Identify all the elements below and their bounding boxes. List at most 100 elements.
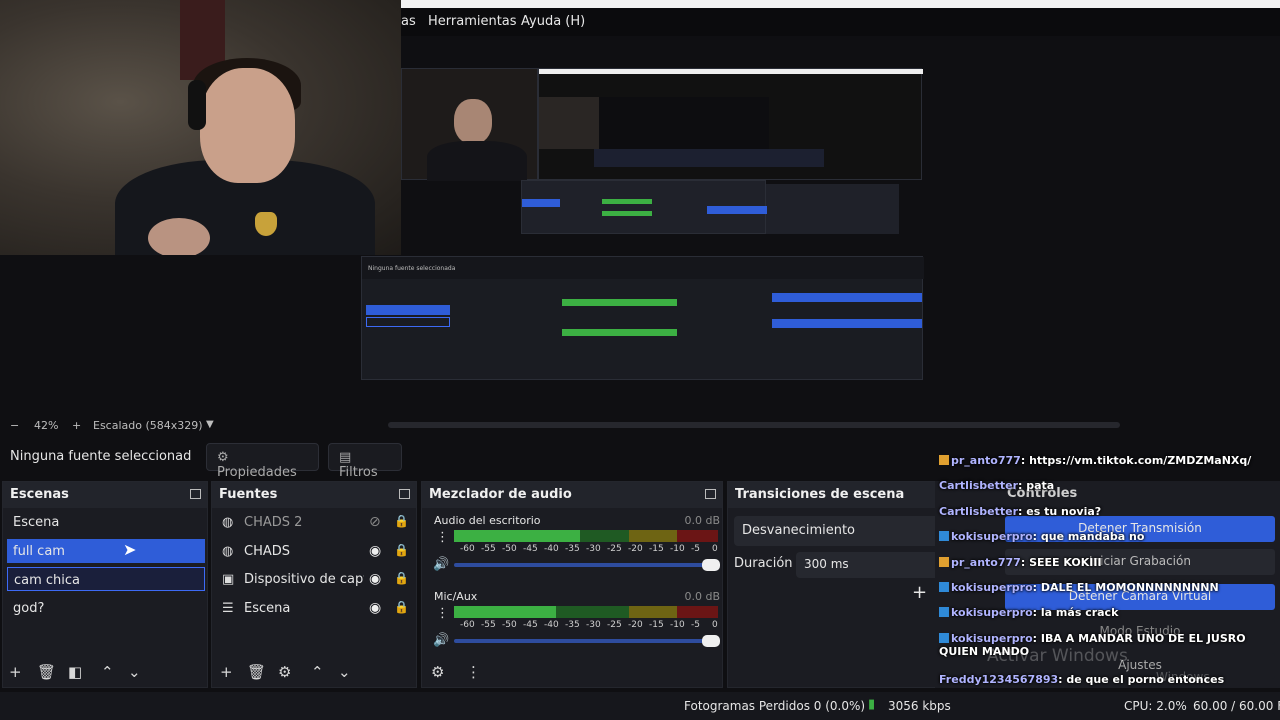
source-row[interactable]: ◍ CHADS ◉ 🔒 (216, 539, 414, 565)
fps: 60.00 / 60.00 FPS (1193, 699, 1280, 713)
tick-label: -20 (628, 620, 643, 630)
tick-label: -5 (691, 620, 700, 630)
scene-item-editing[interactable]: cam chica (7, 567, 205, 591)
add-transition-icon[interactable]: + (912, 582, 927, 603)
add-source-icon[interactable]: + (220, 663, 233, 681)
mixer-settings-icon[interactable]: ⚙ (431, 663, 444, 681)
scene-filter-icon[interactable]: ◧ (68, 663, 82, 681)
chat-message: pr_anto777: SEEE KOKIII (939, 556, 1277, 569)
context-bar: Ninguna fuente seleccionad ⚙ Propiedades… (0, 440, 930, 480)
status-bar: Fotogramas Perdidos 0 (0.0%) ▮ 3056 kbps… (0, 692, 1280, 720)
lock-icon[interactable]: 🔒 (394, 514, 409, 528)
menu-item-help[interactable]: Ayuda (H) (521, 14, 585, 29)
delete-scene-icon[interactable]: 🗑 (37, 663, 56, 681)
chat-user: kokisuperpro (951, 530, 1033, 543)
slider-handle[interactable] (702, 559, 720, 571)
mixer-menu-icon[interactable]: ⋮ (466, 663, 481, 681)
channel-menu-icon[interactable]: ⋮ (436, 530, 449, 545)
chat-text: DALE EL MOMONNNNNNNNN (1040, 581, 1219, 594)
undock-icon[interactable] (705, 489, 716, 499)
no-source-label: Ninguna fuente seleccionad (10, 449, 192, 464)
slider-handle[interactable] (702, 635, 720, 647)
preview-scrollbar[interactable] (388, 422, 1120, 428)
tick-label: -40 (544, 544, 559, 554)
undock-icon[interactable] (190, 489, 201, 499)
scene-item[interactable]: Escena (7, 510, 205, 534)
signal-icon: ▮ (868, 697, 876, 712)
chat-user: Cartlisbetter (939, 479, 1019, 492)
move-down-icon[interactable]: ⌄ (128, 663, 141, 681)
sources-title: Fuentes (219, 487, 278, 502)
delete-source-icon[interactable]: 🗑 (247, 663, 266, 681)
bitrate: 3056 kbps (888, 699, 951, 713)
eye-icon[interactable]: ◉ (369, 543, 381, 559)
zoom-in-button[interactable]: + (72, 419, 81, 432)
chat-text: que mandaba no (1040, 530, 1145, 543)
nested-preview-1 (538, 68, 923, 234)
eye-hidden-icon[interactable]: ⊘ (369, 514, 381, 530)
tick-label: -60 (460, 544, 475, 554)
lock-icon[interactable]: 🔒 (394, 600, 409, 614)
source-row[interactable]: ◍ CHADS 2 ⊘ 🔒 (216, 510, 414, 536)
menu-item-tools[interactable]: Herramientas (428, 14, 517, 29)
zoom-out-button[interactable]: − (10, 419, 19, 432)
eye-icon[interactable]: ◉ (369, 571, 381, 587)
tick-label: -25 (607, 620, 622, 630)
globe-icon: ◍ (222, 515, 234, 530)
chat-message: kokisuperpro: DALE EL MOMONNNNNNNNN (939, 581, 1277, 594)
tick-label: -55 (481, 544, 496, 554)
properties-button[interactable]: ⚙ Propiedades (206, 443, 319, 480)
activate-windows-watermark: Activar Windows (987, 646, 1128, 666)
move-down-icon[interactable]: ⌄ (338, 663, 351, 681)
menu-item-partial[interactable]: as (401, 14, 416, 29)
eye-icon[interactable]: ◉ (369, 600, 381, 616)
channel-db: 0.0 dB (684, 514, 720, 527)
speaker-icon[interactable]: 🔊 (433, 633, 449, 648)
transitions-dock: Transiciones de escena Desvanecimiento D… (727, 481, 986, 688)
scene-item-selected[interactable]: full cam (7, 539, 205, 563)
gear-icon: ⚙ (217, 450, 229, 465)
nested-docks-large: Ninguna fuente seleccionada (361, 256, 924, 380)
webcam-feed (0, 0, 401, 255)
source-row[interactable]: ▣ Dispositivo de captura ◉ 🔒 (216, 567, 414, 593)
volume-slider[interactable] (454, 635, 720, 647)
move-up-icon[interactable]: ⌃ (311, 663, 324, 681)
scene-item[interactable]: god? (7, 596, 205, 620)
tick-label: -5 (691, 544, 700, 554)
lock-icon[interactable]: 🔒 (394, 571, 409, 585)
chat-text: la más crack (1040, 606, 1119, 619)
tick-label: -30 (586, 620, 601, 630)
channel-menu-icon[interactable]: ⋮ (436, 606, 449, 621)
mixer-title: Mezclador de audio (429, 487, 572, 502)
globe-icon: ◍ (222, 544, 234, 559)
tick-label: -10 (670, 620, 685, 630)
tick-label: -15 (649, 620, 664, 630)
preview-canvas[interactable]: Ninguna fuente seleccionada (361, 36, 1280, 416)
meter-ticks: -60 -55 -50 -45 -40 -35 -30 -25 -20 -15 -10 -5 0 (452, 620, 722, 632)
move-up-icon[interactable]: ⌃ (101, 663, 114, 681)
add-scene-icon[interactable]: + (9, 663, 22, 681)
mixer-channel: Audio del escritorio 0.0 dB ⋮ -60 -55 -50 -45-… (430, 514, 720, 584)
source-row[interactable]: ☰ Escena ◉ 🔒 (216, 596, 414, 622)
scenes-dock: Escenas Escena full cam cam chica god? ➤… (2, 481, 208, 688)
channel-name: Mic/Aux (434, 590, 478, 603)
lock-icon[interactable]: 🔒 (394, 543, 409, 557)
properties-label: Propiedades (217, 465, 297, 480)
chat-text: SEEE KOKIII (1029, 556, 1102, 569)
mouse-cursor-icon: ➤ (123, 540, 137, 559)
tick-label: -35 (565, 620, 580, 630)
tick-label: -50 (502, 620, 517, 630)
filters-button[interactable]: ▤ Filtros (328, 443, 402, 480)
scale-dropdown-icon[interactable]: ▼ (206, 419, 214, 430)
chat-text: es tu novia? (1026, 505, 1102, 518)
undock-icon[interactable] (399, 489, 410, 499)
tick-label: 0 (712, 544, 718, 554)
source-label: Dispositivo de captura (244, 572, 364, 587)
volume-slider[interactable] (454, 559, 720, 571)
chat-user: kokisuperpro (951, 606, 1033, 619)
speaker-icon[interactable]: 🔊 (433, 557, 449, 572)
chat-overlay: pr_anto777: https://vm.tiktok.com/ZMDZMa… (935, 452, 1280, 720)
chat-text: https://vm.tiktok.com/ZMDZMaNXq/ (1029, 454, 1252, 467)
tick-label: -25 (607, 544, 622, 554)
source-settings-icon[interactable]: ⚙ (278, 663, 291, 681)
